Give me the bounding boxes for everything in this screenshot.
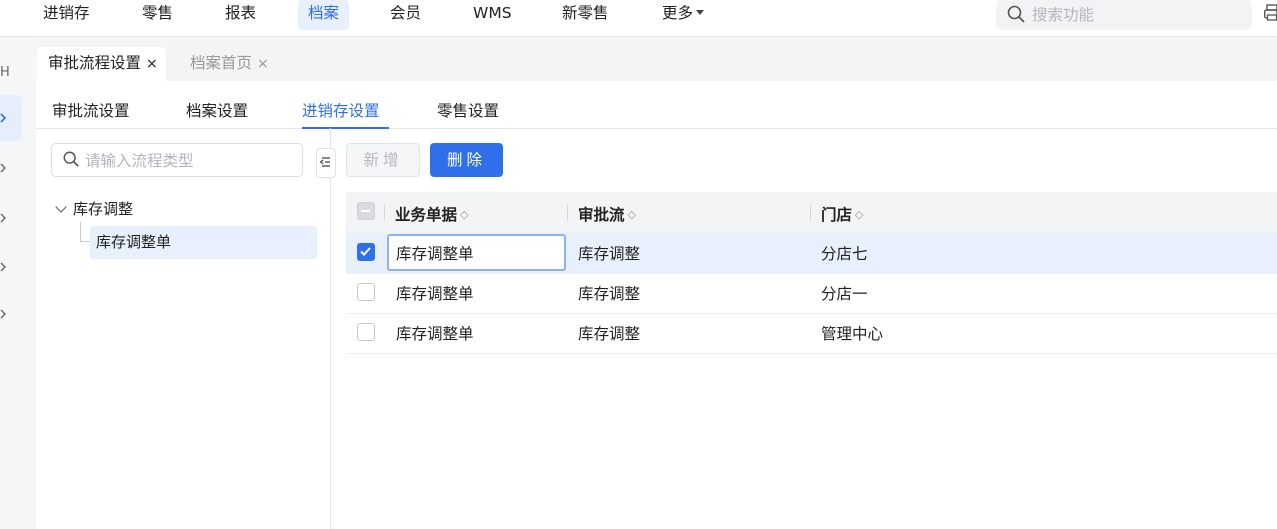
- nav-item-more[interactable]: 更多: [662, 0, 705, 30]
- tree-node-stock-adjust-order[interactable]: 库存调整单: [90, 226, 317, 259]
- table-row[interactable]: 库存调整单 库存调整 分店一: [346, 273, 1277, 314]
- chevron-right-icon[interactable]: [0, 262, 8, 272]
- row-checkbox[interactable]: [357, 283, 375, 301]
- flow-type-search-placeholder: 请输入流程类型: [85, 152, 194, 170]
- nav-item-archives[interactable]: 档案: [298, 0, 350, 30]
- subtab-retail[interactable]: 零售设置: [437, 99, 499, 121]
- search-placeholder: 搜索功能: [1032, 6, 1095, 24]
- tree-node-label: 库存调整: [73, 200, 134, 218]
- column-header-document[interactable]: 业务单据 ◇: [395, 203, 468, 225]
- table-header: 业务单据 ◇ 审批流 ◇ 门店 ◇: [346, 192, 1277, 234]
- subtab-inventory[interactable]: 进销存设置: [302, 99, 380, 121]
- close-icon[interactable]: ×: [146, 56, 158, 72]
- chevron-right-icon[interactable]: [0, 213, 8, 223]
- column-separator: [567, 205, 568, 221]
- cell-store[interactable]: 分店一: [821, 282, 868, 304]
- cell-store[interactable]: 管理中心: [821, 322, 883, 344]
- subtab-archive[interactable]: 档案设置: [186, 99, 248, 121]
- column-header-label: 审批流: [578, 206, 625, 224]
- printer-icon[interactable]: [1264, 3, 1277, 23]
- chevron-right-icon[interactable]: [0, 309, 8, 319]
- row-checkbox[interactable]: [357, 323, 375, 341]
- cell-approval-flow[interactable]: 库存调整: [578, 322, 640, 344]
- nav-more-label: 更多: [662, 4, 694, 22]
- cell-document[interactable]: 库存调整单: [396, 242, 474, 264]
- tab-approval-flow-settings[interactable]: 审批流程设置 ×: [37, 47, 166, 81]
- tree-node-label: 库存调整单: [96, 233, 172, 251]
- rail-letter: H: [0, 65, 10, 80]
- delete-button[interactable]: 删除: [430, 143, 503, 177]
- cell-approval-flow[interactable]: 库存调整: [578, 282, 640, 304]
- nav-item-inventory[interactable]: 进销存: [43, 0, 90, 30]
- tree-node-stock-adjust[interactable]: 库存调整: [55, 198, 133, 219]
- cell-document[interactable]: 库存调整单: [396, 282, 474, 304]
- chevron-right-icon[interactable]: [0, 113, 8, 123]
- panel-divider: [330, 128, 331, 529]
- tab-label: 审批流程设置: [48, 54, 142, 72]
- nav-item-new-retail[interactable]: 新零售: [562, 0, 609, 30]
- flow-type-search-input[interactable]: 请输入流程类型: [51, 143, 303, 177]
- search-icon: [63, 151, 79, 167]
- tab-archive-home[interactable]: 档案首页 ×: [179, 47, 277, 81]
- column-header-label: 业务单据: [395, 206, 458, 224]
- nav-item-reports[interactable]: 报表: [225, 0, 256, 30]
- function-search-input[interactable]: 搜索功能: [996, 0, 1252, 30]
- nav-item-retail[interactable]: 零售: [142, 0, 173, 30]
- chevron-right-icon[interactable]: [0, 163, 8, 173]
- collapse-panel-icon: [319, 157, 330, 167]
- sort-icon[interactable]: ◇: [855, 208, 863, 221]
- column-separator: [810, 205, 811, 221]
- column-separator: [384, 205, 385, 221]
- top-navigation: 进销存 零售 报表 档案 会员 WMS 新零售 更多 搜索功能: [0, 0, 1277, 37]
- sort-icon[interactable]: ◇: [628, 208, 636, 221]
- search-icon: [1007, 5, 1025, 23]
- cell-approval-flow[interactable]: 库存调整: [578, 242, 640, 264]
- table-row[interactable]: 库存调整单 库存调整 管理中心: [346, 313, 1277, 354]
- check-icon: [360, 247, 371, 256]
- subtab-approval-flow[interactable]: 审批流设置: [52, 99, 130, 121]
- cell-store[interactable]: 分店七: [821, 242, 868, 264]
- nav-item-wms[interactable]: WMS: [473, 0, 512, 30]
- active-subtab-indicator: [302, 127, 389, 129]
- cell-document[interactable]: 库存调整单: [396, 322, 474, 344]
- tree-connector: [80, 222, 90, 242]
- page-tab-strip: 审批流程设置 × 档案首页 ×: [36, 37, 1277, 81]
- tab-label: 档案首页: [190, 54, 253, 72]
- select-all-checkbox[interactable]: [357, 202, 375, 220]
- settings-subtabs: 审批流设置 档案设置 进销存设置 零售设置: [36, 81, 1277, 129]
- nav-item-members[interactable]: 会员: [390, 0, 421, 30]
- sort-icon[interactable]: ◇: [460, 208, 468, 221]
- row-checkbox[interactable]: [357, 243, 375, 261]
- column-header-label: 门店: [821, 206, 853, 224]
- caret-down-icon: [696, 10, 705, 15]
- close-icon[interactable]: ×: [257, 56, 269, 72]
- collapse-panel-button[interactable]: [316, 148, 336, 178]
- column-header-store[interactable]: 门店 ◇: [821, 203, 863, 225]
- add-button[interactable]: 新增: [346, 143, 420, 177]
- table-row[interactable]: 库存调整单 库存调整 分店七: [346, 233, 1277, 274]
- column-header-approval-flow[interactable]: 审批流 ◇: [578, 203, 636, 225]
- chevron-down-icon[interactable]: [55, 201, 67, 213]
- left-rail: H: [0, 37, 36, 529]
